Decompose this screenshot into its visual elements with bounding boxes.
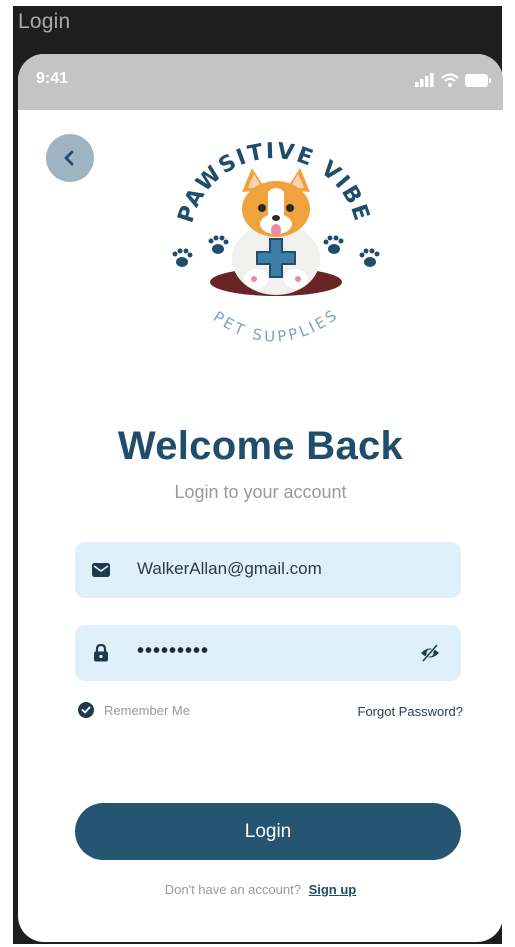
frame-title: Login xyxy=(18,10,71,33)
battery-icon xyxy=(465,73,491,87)
lock-icon xyxy=(91,643,111,663)
page-subtitle: Login to your account xyxy=(174,482,347,502)
forgot-password-link[interactable]: Forgot Password? xyxy=(358,704,464,719)
signal-icon xyxy=(415,73,434,87)
signup-question: Don't have an account? xyxy=(164,882,301,897)
status-time: 9:41 xyxy=(36,70,69,87)
login-button[interactable]: Login xyxy=(75,803,461,860)
remember-me[interactable]: Remember Me xyxy=(78,702,190,718)
chevron-left-icon xyxy=(64,150,74,166)
back-button[interactable] xyxy=(46,134,94,182)
wifi-icon xyxy=(441,73,459,87)
email-field[interactable]: WalkerAllan@gmail.com xyxy=(75,542,461,598)
brand-logo: PAWSITIVE VIBES xyxy=(144,114,380,346)
check-circle-icon[interactable] xyxy=(78,702,94,718)
password-value: ••••••••• xyxy=(137,640,210,662)
app-frame: Login 9:41 PAWSITIVE VIBE PET SUPPLIES W… xyxy=(13,6,503,944)
remember-me-label: Remember Me xyxy=(104,702,190,718)
logo-brand-bottom: PET SUPPLIES xyxy=(210,305,342,346)
status-icons xyxy=(415,70,491,90)
status-bar: 9:41 xyxy=(18,54,503,110)
phone-screen: 9:41 PAWSITIVE VIBE PET SUPPLIES Welcome… xyxy=(18,54,503,942)
mail-icon xyxy=(91,560,111,580)
eye-off-icon[interactable] xyxy=(419,642,441,664)
signup-row: Don't have an account? Sign up xyxy=(18,882,503,897)
password-field[interactable]: ••••••••• xyxy=(75,625,461,681)
signup-link[interactable]: Sign up xyxy=(309,882,357,897)
page-title: Welcome Back xyxy=(117,424,404,468)
email-value: WalkerAllan@gmail.com xyxy=(137,559,322,578)
